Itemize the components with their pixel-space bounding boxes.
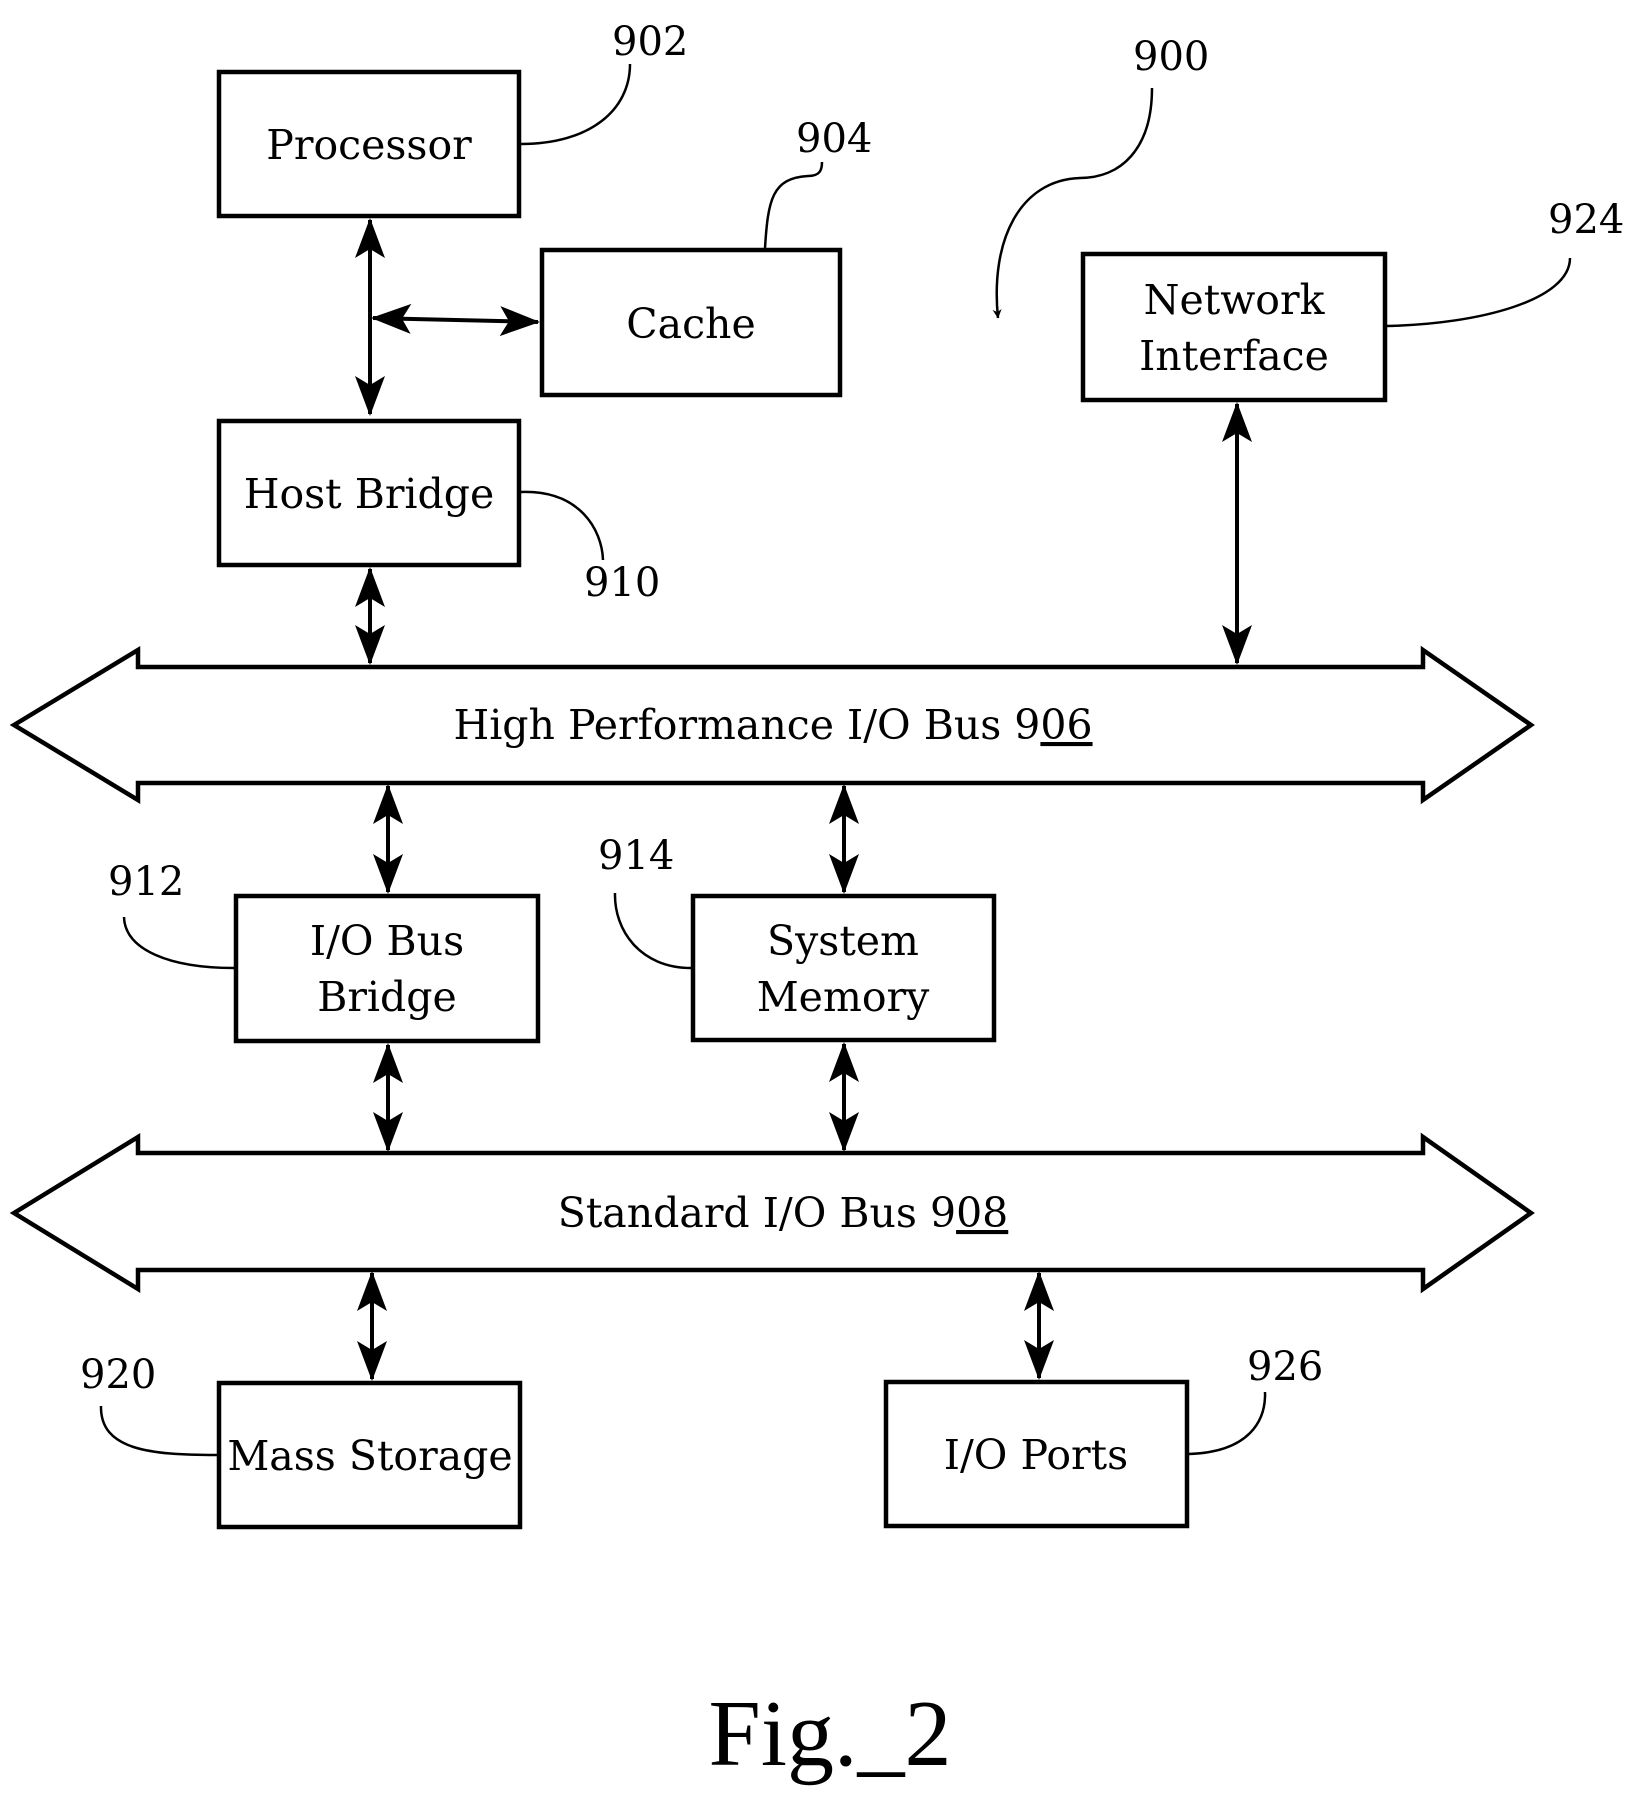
ref-920: 920 bbox=[80, 1352, 156, 1398]
leader-904 bbox=[763, 161, 824, 249]
mass-storage-label: Mass Storage bbox=[227, 1432, 512, 1480]
figure-caption: Fig._2 bbox=[709, 1682, 952, 1786]
network-interface-block: Network Interface bbox=[1080, 251, 1388, 403]
system-memory-label-line2: Memory bbox=[757, 973, 930, 1021]
processor-label: Processor bbox=[266, 121, 472, 169]
io-ports-label: I/O Ports bbox=[944, 1431, 1128, 1479]
ref-924: 924 bbox=[1548, 197, 1624, 243]
ref-926: 926 bbox=[1247, 1344, 1323, 1390]
standard-io-bus-label: Standard I/O Bus 908 bbox=[558, 1189, 1009, 1237]
io-bus-bridge-label-line2: Bridge bbox=[317, 973, 457, 1021]
ref-910: 910 bbox=[584, 560, 660, 606]
system-memory-label-line1: System bbox=[767, 917, 919, 965]
io-bus-bridge-label-line1: I/O Bus bbox=[310, 917, 464, 965]
leader-920 bbox=[99, 1405, 218, 1457]
ref-914: 914 bbox=[598, 833, 674, 879]
network-interface-label-line1: Network bbox=[1144, 276, 1326, 324]
ref-902: 902 bbox=[612, 19, 688, 65]
ref-904: 904 bbox=[796, 116, 872, 162]
ref-900: 900 bbox=[1133, 34, 1209, 80]
system-memory-block: System Memory bbox=[690, 893, 997, 1043]
leader-912 bbox=[122, 916, 235, 970]
block-diagram: High Performance I/O Bus 906 Standard I/… bbox=[9, 19, 1624, 1786]
processor-block: Processor bbox=[216, 69, 522, 219]
leader-926 bbox=[1188, 1391, 1267, 1456]
ref-912: 912 bbox=[108, 859, 184, 905]
network-interface-label-line2: Interface bbox=[1139, 332, 1329, 380]
io-bus-bridge-block: I/O Bus Bridge bbox=[233, 893, 541, 1044]
leader-910 bbox=[520, 490, 605, 561]
high-performance-io-bus-label: High Performance I/O Bus 906 bbox=[453, 701, 1092, 749]
cache-block: Cache bbox=[539, 247, 843, 398]
standard-io-bus: Standard I/O Bus 908 bbox=[9, 1132, 1535, 1294]
leader-924 bbox=[1386, 257, 1572, 328]
leader-902 bbox=[520, 63, 632, 146]
host-bridge-label: Host Bridge bbox=[244, 470, 495, 518]
cache-connector bbox=[371, 303, 540, 337]
io-ports-block: I/O Ports bbox=[883, 1379, 1190, 1529]
mass-storage-block: Mass Storage bbox=[216, 1380, 523, 1530]
cache-label: Cache bbox=[626, 300, 755, 348]
leader-914 bbox=[613, 892, 692, 970]
high-performance-io-bus: High Performance I/O Bus 906 bbox=[9, 645, 1535, 805]
host-bridge-block: Host Bridge bbox=[216, 418, 522, 568]
